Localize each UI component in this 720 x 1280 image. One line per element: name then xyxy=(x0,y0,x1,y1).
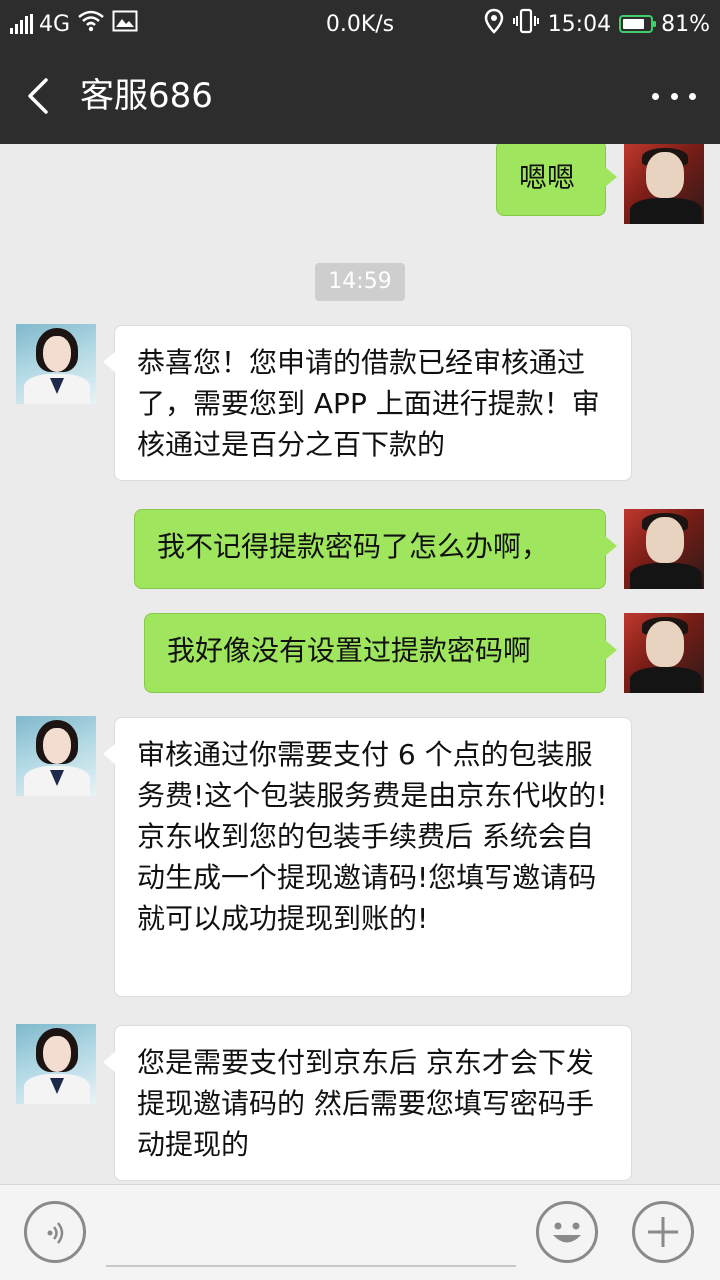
message-input[interactable] xyxy=(106,1265,516,1267)
plus-icon[interactable] xyxy=(632,1201,694,1263)
status-bar: 4G 0.0K/s 15:04 81% xyxy=(0,0,720,48)
message-bubble-incoming[interactable]: 审核通过你需要支付 6 个点的包装服务费!这个包装服务费是由京东代收的!京东收到… xyxy=(103,717,632,997)
status-time: 15:04 xyxy=(547,11,612,37)
chat-title: 客服686 xyxy=(80,76,213,116)
chat-area[interactable]: 嗯嗯 14:59 恭喜您！您申请的借款已经审核通过了，需要您到 APP 上面进行… xyxy=(0,144,720,1184)
message-bubble-outgoing[interactable]: 我不记得提款密码了怎么办啊， xyxy=(134,509,617,589)
avatar-me[interactable] xyxy=(624,509,704,589)
message-bubble-outgoing[interactable]: 嗯嗯 xyxy=(496,144,617,216)
message-bubble-incoming[interactable]: 恭喜您！您申请的借款已经审核通过了，需要您到 APP 上面进行提款！审核通过是百… xyxy=(103,325,632,481)
input-bar xyxy=(0,1184,720,1280)
avatar-me[interactable] xyxy=(624,613,704,693)
chevron-left-icon[interactable] xyxy=(20,72,60,120)
battery-percent: 81% xyxy=(661,11,710,37)
network-speed: 0.0K/s xyxy=(325,11,395,37)
message-timestamp: 14:59 xyxy=(315,263,405,301)
more-icon[interactable] xyxy=(652,82,696,110)
battery-icon xyxy=(619,15,657,33)
message-bubble-incoming[interactable]: 您是需要支付到京东后 京东才会下发提现邀请码的 然后需要您填写密码手动提现的 xyxy=(103,1025,632,1181)
title-bar: 客服686 xyxy=(0,48,720,144)
voice-icon[interactable] xyxy=(24,1201,86,1263)
emoji-icon[interactable] xyxy=(536,1201,598,1263)
avatar-service[interactable] xyxy=(16,324,96,404)
vibrate-icon xyxy=(512,8,540,40)
avatar-me[interactable] xyxy=(624,144,704,224)
location-icon xyxy=(484,8,504,40)
avatar-service[interactable] xyxy=(16,1024,96,1104)
message-bubble-outgoing[interactable]: 我好像没有设置过提款密码啊 xyxy=(144,613,617,693)
avatar-service[interactable] xyxy=(16,716,96,796)
